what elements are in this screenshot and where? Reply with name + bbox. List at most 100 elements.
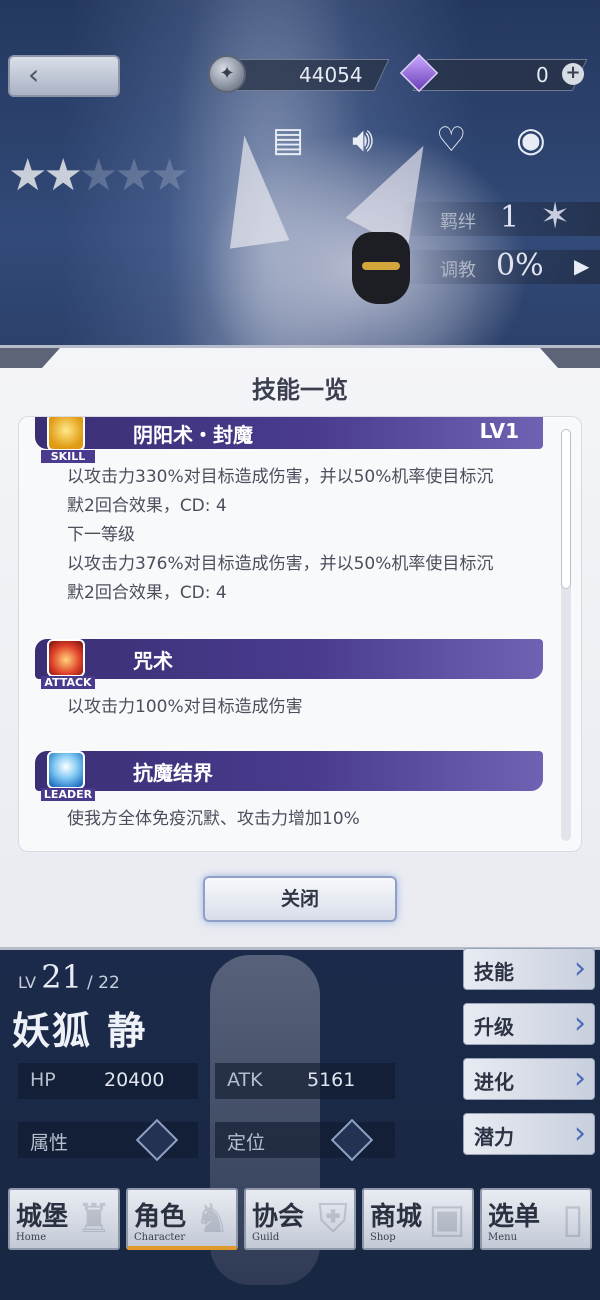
back-button[interactable]: ‹ [8, 55, 120, 97]
dragon-icon: ♞ [194, 1196, 230, 1242]
nav-guild[interactable]: ⛨ 协会 Guild [244, 1188, 356, 1250]
phone-icon: ▯ [561, 1196, 584, 1242]
voice-speaker-icon[interactable]: 🔊︎ [352, 120, 373, 160]
desc-line: 以攻击力376%对目标造成伤害，并以50%机率使目标沉 [67, 554, 494, 574]
nav-home[interactable]: ♜ 城堡 Home [8, 1188, 120, 1250]
nav-character[interactable]: ♞ 角色 Character [126, 1188, 238, 1250]
skill-header: 抗魔结界 [35, 751, 543, 791]
hp-value: 20400 [104, 1069, 165, 1091]
profile-list-icon[interactable]: ▤ [272, 120, 304, 160]
level-max: / 22 [87, 973, 120, 993]
nav-label: 协会 [252, 1202, 305, 1232]
desc-line: 使我方全体免疫沉默、攻击力增加10% [67, 809, 360, 829]
atk-value: 5161 [307, 1069, 356, 1091]
nav-label: 角色 [134, 1202, 187, 1232]
nav-shop[interactable]: ▣ 商城 Shop [362, 1188, 474, 1250]
attribute-label: 属性 [30, 1132, 69, 1154]
role-label: 定位 [227, 1132, 266, 1154]
nav-sublabel: Character [134, 1232, 186, 1243]
nav-sublabel: Home [16, 1232, 47, 1243]
gift-icon: ▣ [428, 1196, 466, 1242]
chevron-right-icon: › [574, 1061, 586, 1096]
train-value: 0% [496, 248, 544, 283]
role-stat[interactable]: 定位 [215, 1118, 395, 1162]
coin-value: 44054 [299, 63, 363, 87]
nav-label: 选单 [488, 1202, 541, 1232]
train-label: 调教 [440, 260, 476, 281]
coin-counter: 44054 [224, 59, 390, 91]
menu-skill-button[interactable]: 技能 › [463, 948, 595, 990]
chevron-right-icon: › [574, 1006, 586, 1041]
atk-label: ATK [227, 1069, 263, 1091]
chevron-right-icon: › [574, 951, 586, 986]
castle-icon: ♜ [76, 1196, 112, 1242]
skill-header: 阴阳术・封魔 LV1 [35, 417, 543, 449]
skill-description: 以攻击力100%对目标造成伤害 [67, 693, 547, 722]
nav-sublabel: Shop [370, 1232, 396, 1243]
skill-level: LV1 [479, 419, 519, 443]
chevron-right-icon: › [574, 1116, 586, 1151]
gem-value: 0 [536, 63, 549, 87]
skill-name: 阴阳术・封魔 [133, 423, 253, 447]
skill-description: 使我方全体免疫沉默、攻击力增加10% [67, 805, 547, 834]
desc-line: 以攻击力100%对目标造成伤害 [67, 697, 303, 717]
desc-line: 以攻击力330%对目标造成伤害，并以50%机率使目标沉 [67, 467, 494, 487]
add-gems-button[interactable]: + [562, 63, 584, 85]
shield-icon: ⛨ [318, 1196, 348, 1242]
skill-description: 以攻击力330%对目标造成伤害，并以50%机率使目标沉 默2回合效果，CD: 4… [67, 463, 547, 608]
desc-line: 默2回合效果，CD: 4 [67, 583, 227, 603]
modal-corner-decoration [0, 348, 60, 368]
menu-label: 进化 [474, 1070, 514, 1094]
desc-line: 下一等级 [67, 525, 135, 545]
nav-sublabel: Menu [488, 1232, 518, 1243]
level-display: LV 21 / 22 [18, 958, 120, 996]
skill-type-tag: LEADER [41, 788, 95, 801]
level-current: 21 [41, 958, 82, 996]
skill-type-tag: ATTACK [41, 676, 95, 689]
rarity-stars: ★★★★★ [8, 150, 190, 201]
star-icon: ★ [149, 150, 190, 201]
scrollbar-thumb[interactable] [561, 429, 571, 589]
atk-stat: ATK 5161 [215, 1063, 395, 1099]
menu-evolve-button[interactable]: 进化 › [463, 1058, 595, 1100]
coin-icon: ✦ [208, 55, 246, 93]
star-icon: ★ [78, 150, 119, 201]
bond-label: 羁绊 [440, 212, 476, 233]
skill-header: 咒术 [35, 639, 543, 679]
attack-icon: ATTACK [41, 639, 95, 689]
scrollbar[interactable] [561, 429, 571, 841]
play-arrow-icon: ▶ [574, 254, 590, 278]
view-eye-icon[interactable]: ◉ [516, 120, 546, 160]
skill-icon: SKILL [41, 417, 95, 463]
star-icon: ★ [8, 150, 48, 201]
desc-line: 默2回合效果，CD: 4 [67, 496, 227, 516]
star-icon: ★ [43, 150, 83, 201]
modal-title: 技能一览 [252, 375, 348, 404]
character-name: 妖狐 静 [12, 1008, 148, 1053]
menu-potential-button[interactable]: 潜力 › [463, 1113, 595, 1155]
hp-stat: HP 20400 [18, 1063, 198, 1099]
modal-corner-decoration [540, 348, 600, 368]
bond-value: 1 [500, 200, 520, 235]
bond-row: 羁绊 1 ✶ [400, 196, 600, 237]
menu-label: 升级 [474, 1015, 514, 1039]
skill-list-modal: 技能一览 阴阳术・封魔 LV1 SKILL 以攻击力330%对目标造成伤害，并以… [0, 345, 600, 950]
leader-icon: LEADER [41, 751, 95, 801]
menu-label: 技能 [474, 960, 514, 984]
attribute-stat[interactable]: 属性 [18, 1118, 198, 1162]
level-label: LV [18, 973, 37, 992]
skill-name: 咒术 [133, 649, 173, 673]
mage-role-icon [330, 1118, 374, 1162]
nav-menu[interactable]: ▯ 选单 Menu [480, 1188, 592, 1250]
close-button[interactable]: 关闭 [203, 876, 397, 922]
star-icon: ★ [114, 150, 154, 201]
hp-label: HP [30, 1069, 56, 1091]
menu-upgrade-button[interactable]: 升级 › [463, 1003, 595, 1045]
nav-sublabel: Guild [252, 1232, 280, 1243]
train-row[interactable]: 调教 0% ▶ [400, 248, 600, 284]
back-arrow-icon: ‹ [28, 58, 40, 91]
menu-label: 潜力 [474, 1125, 514, 1149]
favorite-heart-icon[interactable]: ♡ [436, 120, 466, 160]
skill-name: 抗魔结界 [133, 761, 213, 785]
skill-list-panel[interactable]: 阴阳术・封魔 LV1 SKILL 以攻击力330%对目标造成伤害，并以50%机率… [18, 416, 582, 852]
